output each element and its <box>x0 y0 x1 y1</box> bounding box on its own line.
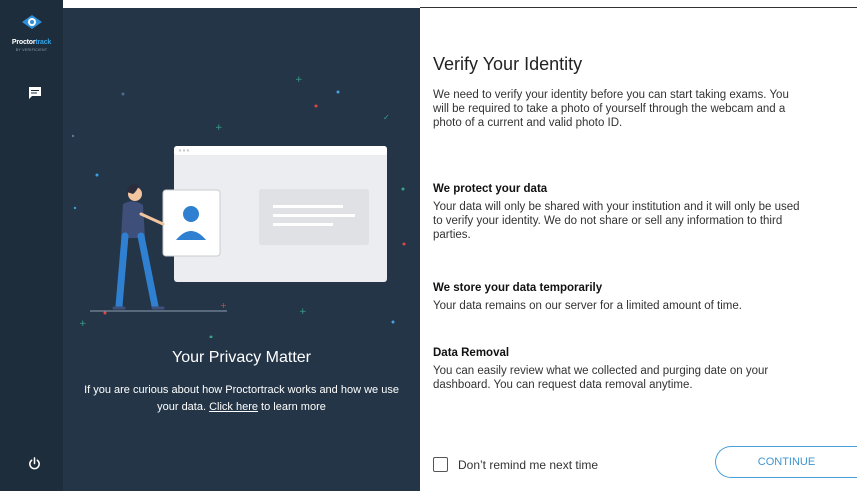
chat-icon[interactable] <box>28 86 42 100</box>
privacy-panel: + + + + + ✓ Your Privacy Matter If you a… <box>63 8 420 491</box>
privacy-title: Your Privacy Matter <box>171 349 311 366</box>
privacy-illustration: + + + + + ✓ <box>71 75 406 338</box>
section-title-protect: We protect your data <box>433 183 548 195</box>
proctortrack-logo: Proctortrack BY VERIFICIENT <box>0 14 63 52</box>
svg-text:+: + <box>295 75 303 85</box>
top-divider <box>420 7 857 8</box>
logo-text: Proctortrack <box>11 39 52 46</box>
remind-label: Don’t remind me next time <box>458 457 599 472</box>
power-icon[interactable] <box>27 456 42 471</box>
continue-button[interactable]: CONTINUE <box>715 446 857 478</box>
svg-text:✓: ✓ <box>383 113 390 122</box>
logo-subtitle: BY VERIFICIENT <box>15 48 48 52</box>
eye-logo-icon <box>21 15 42 29</box>
remind-checkbox-row[interactable]: Don’t remind me next time <box>433 457 598 472</box>
remind-checkbox[interactable] <box>433 457 448 472</box>
section-text-store: Your data remains on our server for a li… <box>433 300 742 312</box>
svg-text:+: + <box>215 123 223 133</box>
learn-more-link[interactable]: Click here <box>209 401 258 413</box>
section-title-removal: Data Removal <box>433 347 510 359</box>
page-title: Verify Your Identity <box>433 54 583 74</box>
privacy-description: If you are curious about how Proctortrac… <box>84 384 399 413</box>
section-text-protect: Your data will only be shared with your … <box>433 201 800 241</box>
intro-text: We need to verify your identity before y… <box>433 89 789 129</box>
svg-text:+: + <box>220 301 227 310</box>
svg-text:+: + <box>299 307 307 317</box>
svg-text:+: + <box>79 319 87 329</box>
section-text-removal: You can easily review what we collected … <box>433 365 769 391</box>
sidebar: Proctortrack BY VERIFICIENT <box>0 0 63 491</box>
section-title-store: We store your data temporarily <box>433 282 603 294</box>
